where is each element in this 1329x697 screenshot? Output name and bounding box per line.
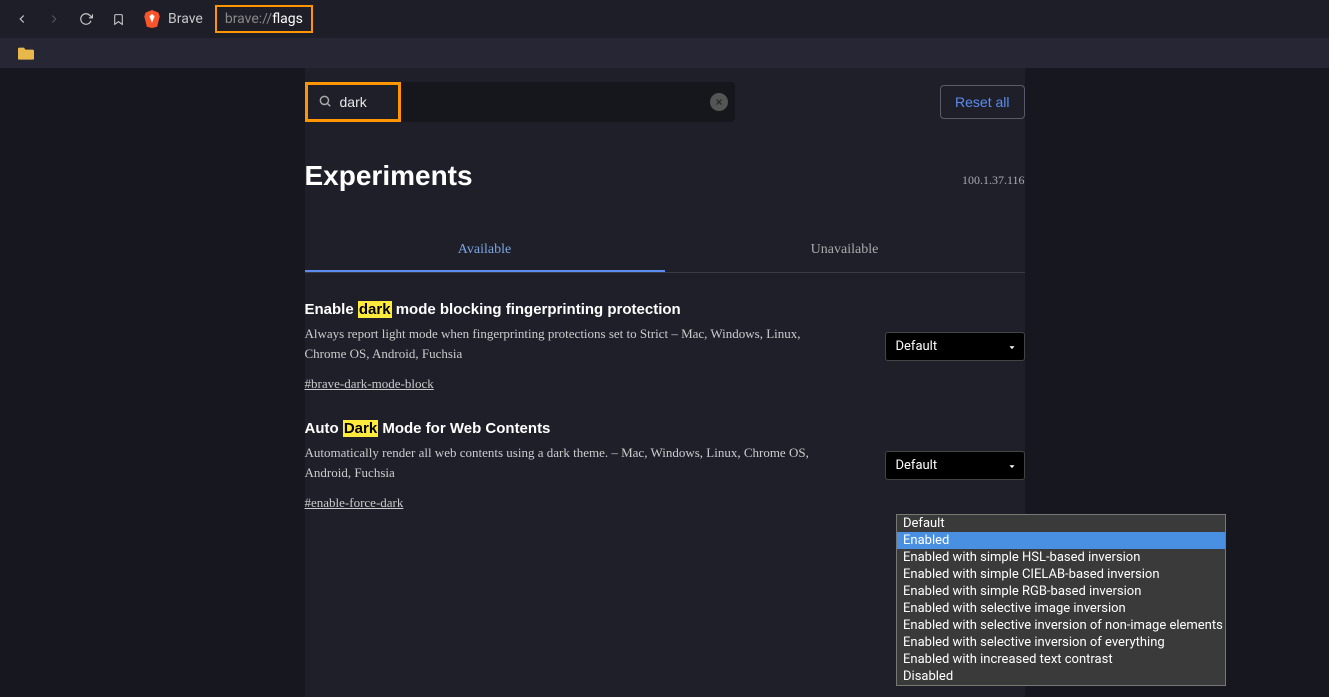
dropdown-option[interactable]: Enabled with simple CIELAB-based inversi… [897, 566, 1225, 583]
flag-select[interactable]: Default [885, 451, 1025, 480]
reload-button[interactable] [72, 5, 100, 33]
brave-label: Brave [168, 11, 203, 27]
flag-anchor-link[interactable]: #brave-dark-mode-block [305, 376, 434, 391]
tabs: Available Unavailable [305, 230, 1025, 273]
tab-unavailable[interactable]: Unavailable [665, 230, 1025, 272]
clear-search-icon[interactable] [710, 93, 728, 111]
flag-title: Auto Dark Mode for Web Contents [305, 420, 825, 437]
dropdown-menu: DefaultEnabledEnabled with simple HSL-ba… [896, 514, 1226, 686]
flag-entry: Auto Dark Mode for Web Contents Automati… [305, 392, 1025, 511]
tab-available[interactable]: Available [305, 230, 665, 272]
flag-anchor-link[interactable]: #enable-force-dark [305, 495, 404, 510]
search-input[interactable] [340, 94, 390, 110]
dropdown-option[interactable]: Default [897, 515, 1225, 532]
browser-toolbar: Brave brave://flags [0, 0, 1329, 38]
url-prefix: brave:// [225, 11, 272, 27]
dropdown-option[interactable]: Enabled with simple RGB-based inversion [897, 583, 1225, 600]
forward-button[interactable] [40, 5, 68, 33]
flag-title: Enable dark mode blocking fingerprinting… [305, 301, 825, 318]
back-button[interactable] [8, 5, 36, 33]
bookmarks-bar [0, 38, 1329, 68]
reset-all-button[interactable]: Reset all [940, 85, 1024, 119]
bookmark-button[interactable] [104, 5, 132, 33]
content-area: Reset all Experiments 100.1.37.116 Avail… [0, 68, 1329, 697]
url-path: flags [272, 11, 303, 27]
search-box[interactable] [305, 82, 401, 122]
search-highlight: Dark [343, 420, 378, 437]
dropdown-option[interactable]: Enabled with simple HSL-based inversion [897, 549, 1225, 566]
folder-icon[interactable] [18, 46, 34, 60]
flag-description: Automatically render all web contents us… [305, 443, 825, 482]
flag-entry: Enable dark mode blocking fingerprinting… [305, 273, 1025, 392]
search-row: Reset all [305, 68, 1025, 136]
brave-logo-icon [144, 10, 160, 28]
dropdown-option[interactable]: Enabled with selective inversion of ever… [897, 634, 1225, 651]
flag-description: Always report light mode when fingerprin… [305, 324, 825, 363]
dropdown-option[interactable]: Enabled [897, 532, 1225, 549]
flag-select[interactable]: Default [885, 332, 1025, 361]
dropdown-option[interactable]: Enabled with selective inversion of non-… [897, 617, 1225, 634]
page-title: Experiments [305, 136, 1025, 200]
search-icon [318, 93, 332, 112]
dropdown-option[interactable]: Disabled [897, 668, 1225, 685]
dropdown-option[interactable]: Enabled with selective image inversion [897, 600, 1225, 617]
url-bar[interactable]: brave://flags [215, 5, 313, 33]
search-highlight: dark [358, 301, 392, 318]
dropdown-option[interactable]: Enabled with increased text contrast [897, 651, 1225, 668]
version-label: 100.1.37.116 [962, 173, 1025, 188]
